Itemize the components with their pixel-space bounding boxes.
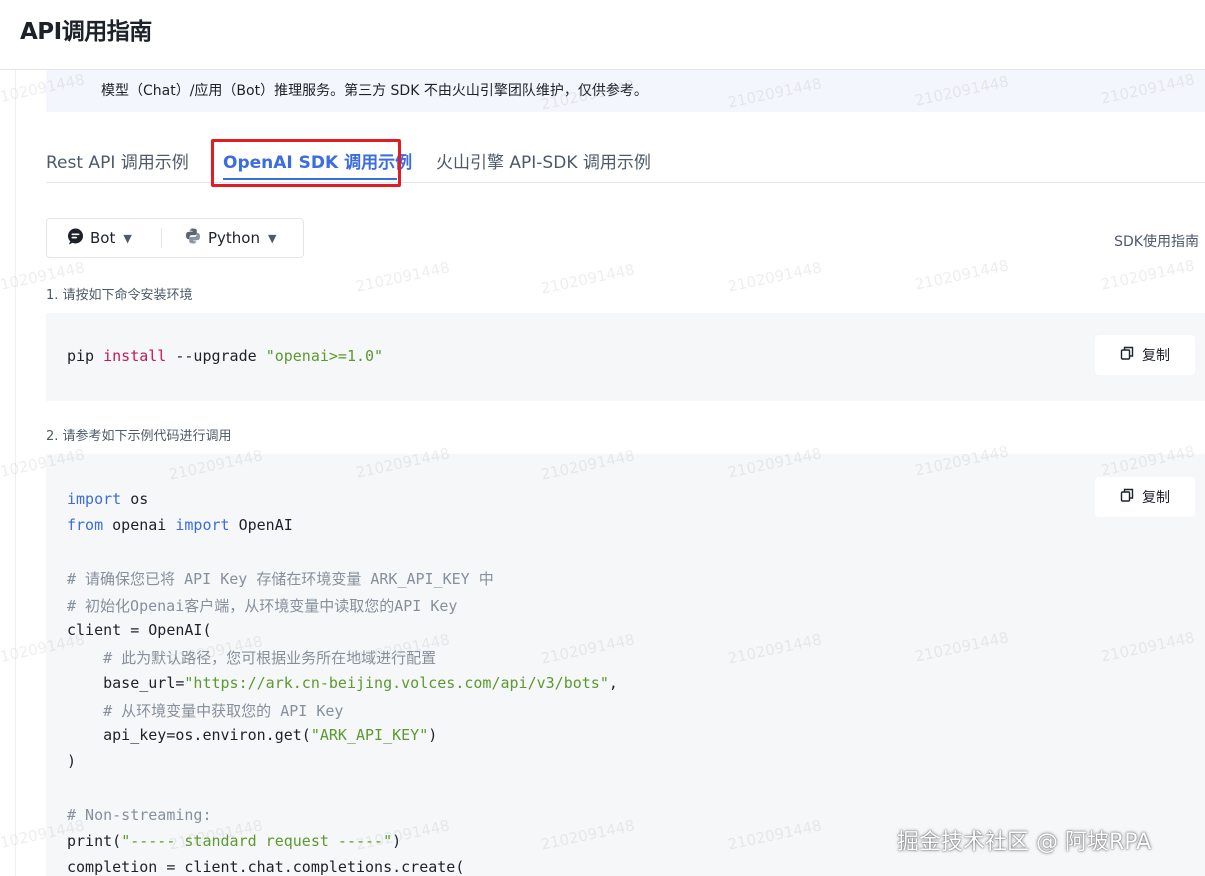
- code-line-9: api_key=os.environ.get("ARK_API_KEY"): [67, 726, 437, 744]
- copy-install-button[interactable]: 复制: [1095, 335, 1195, 375]
- bot-type-dropdown[interactable]: Bot ▼: [67, 219, 132, 257]
- code-token: ): [428, 726, 438, 744]
- code-token: "ARK_API_KEY": [310, 726, 429, 744]
- copy-label: 复制: [1142, 348, 1170, 364]
- example-code-block: 复制 import os from openai import OpenAI #…: [46, 454, 1205, 876]
- example-tabs: Rest API 调用示例 OpenAI SDK 调用示例 火山引擎 API-S…: [46, 138, 1205, 183]
- tab-openai-sdk[interactable]: OpenAI SDK 调用示例: [223, 148, 412, 173]
- code-token: ): [392, 832, 402, 850]
- left-rail-divider: [15, 70, 16, 876]
- active-tab-indicator: [223, 178, 397, 180]
- copy-example-button[interactable]: 复制: [1095, 477, 1195, 517]
- code-line-13: completion = client.chat.completions.cre…: [67, 858, 465, 876]
- selector-divider: [161, 228, 162, 248]
- code-line-5: client = OpenAI(: [67, 621, 212, 639]
- language-label: Python: [208, 229, 260, 247]
- code-token: import: [67, 490, 122, 508]
- code-token: "----- standard request -----": [121, 832, 393, 850]
- code-line-11: # Non-streaming:: [67, 806, 212, 824]
- page-title: API调用指南: [20, 19, 152, 45]
- code-line-1: import os: [67, 490, 148, 508]
- code-token: api_key=os.environ.get(: [67, 726, 311, 744]
- copy-icon: [1120, 346, 1134, 364]
- install-step-label: 1. 请按如下命令安装环境: [46, 288, 193, 303]
- copy-icon: [1120, 488, 1134, 506]
- code-line-2: from openai import OpenAI: [67, 516, 293, 534]
- code-line-10: ): [67, 752, 77, 770]
- code-line-4: # 初始化Openai客户端，从环境变量中读取您的API Key: [67, 597, 458, 615]
- code-token: OpenAI: [229, 516, 293, 534]
- page-header: API调用指南: [0, 0, 1205, 70]
- install-command: pip install --upgrade "openai>=1.0": [67, 347, 383, 365]
- watermark-text: 2102091448: [539, 260, 637, 298]
- chat-bubble-icon: [67, 228, 84, 249]
- code-line-6: # 此为默认路径，您可根据业务所在地域进行配置: [67, 649, 437, 667]
- watermark-text: 2102091448: [1099, 256, 1197, 294]
- code-token: "openai>=1.0": [265, 347, 384, 365]
- example-step-label: 2. 请参考如下示例代码进行调用: [46, 429, 232, 444]
- watermark-text: 2102091448: [354, 258, 452, 296]
- code-token: print(: [67, 832, 122, 850]
- install-code-block: pip install --upgrade "openai>=1.0" 复制: [46, 313, 1205, 401]
- chevron-down-icon: ▼: [123, 231, 132, 245]
- watermark-text: 2102091448: [913, 256, 1011, 294]
- notice-banner: 模型（Chat）/应用（Bot）推理服务。第三方 SDK 不由火山引擎团队维护，…: [46, 70, 1205, 112]
- sdk-guide-link[interactable]: SDK使用指南: [1114, 231, 1199, 251]
- code-token: ,: [608, 674, 618, 692]
- code-line-12: print("----- standard request -----"): [67, 832, 401, 850]
- code-token: os: [121, 490, 149, 508]
- code-token: install: [103, 347, 167, 365]
- code-token: --upgrade: [166, 347, 266, 365]
- code-token: openai: [103, 516, 176, 534]
- selector-group: Bot ▼ Python ▼: [46, 218, 304, 258]
- code-token: from: [67, 516, 104, 534]
- code-line-3: # 请确保您已将 API Key 存储在环境变量 ARK_API_KEY 中: [67, 570, 494, 588]
- code-token: base_url=: [67, 674, 185, 692]
- code-line-8: # 从环境变量中获取您的 API Key: [67, 702, 344, 720]
- tab-volcengine-sdk[interactable]: 火山引擎 API-SDK 调用示例: [436, 148, 651, 173]
- code-line-7: base_url="https://ark.cn-beijing.volces.…: [67, 674, 618, 692]
- code-token: "https://ark.cn-beijing.volces.com/api/v…: [184, 674, 609, 692]
- tab-rest-api[interactable]: Rest API 调用示例: [46, 148, 189, 173]
- watermark-text: 2102091448: [726, 258, 824, 296]
- code-token: pip: [67, 347, 104, 365]
- chevron-down-icon: ▼: [268, 231, 277, 245]
- notice-text: 模型（Chat）/应用（Bot）推理服务。第三方 SDK 不由火山引擎团队维护，…: [101, 83, 648, 99]
- copy-label: 复制: [1142, 490, 1170, 506]
- language-dropdown[interactable]: Python ▼: [184, 219, 276, 257]
- code-token: import: [175, 516, 230, 534]
- python-icon: [184, 227, 202, 249]
- bot-type-label: Bot: [90, 229, 116, 247]
